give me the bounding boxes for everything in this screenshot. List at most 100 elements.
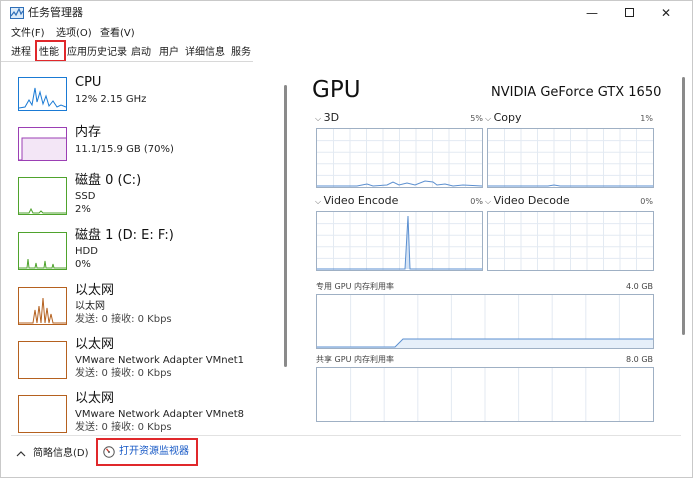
- fewer-details-button[interactable]: 简略信息(D): [33, 447, 89, 461]
- menu-options[interactable]: 选项(O): [56, 27, 92, 41]
- tab-bar: 进程 性能 应用历史记录 启动 用户 详细信息 服务: [1, 44, 692, 61]
- engine-name: 3D: [323, 111, 340, 124]
- engine-video-encode-percent: 0%: [470, 197, 483, 206]
- resource-usage: 2%: [75, 204, 91, 215]
- engine-name: Video Encode: [323, 194, 399, 207]
- minimize-button[interactable]: —: [575, 1, 609, 25]
- engine-name: Video Decode: [493, 194, 570, 207]
- engine-copy-graph: [487, 128, 654, 188]
- network-throughput: 发送: 0 接收: 0 Kbps: [75, 422, 172, 433]
- engine-video-decode-label[interactable]: ⌵ Video Decode: [485, 194, 570, 208]
- engine-3d-label[interactable]: ⌵ 3D: [315, 111, 339, 125]
- minimize-icon: —: [586, 6, 598, 20]
- shared-memory-max: 8.0 GB: [626, 355, 653, 364]
- resource-ethernet-3[interactable]: 以太网 VMware Network Adapter VMnet8 发送: 0 …: [11, 391, 281, 439]
- engine-video-decode-graph: [487, 211, 654, 271]
- menu-view[interactable]: 查看(V): [100, 27, 135, 41]
- ethernet1-mini-graph: [19, 297, 66, 324]
- dedicated-memory-label: 专用 GPU 内存利用率: [316, 282, 394, 291]
- resource-cpu[interactable]: CPU 12% 2.15 GHz: [11, 75, 281, 127]
- resource-detail: 12% 2.15 GHz: [75, 94, 147, 105]
- engine-video-encode-graph-canvas: [317, 212, 482, 270]
- gpu-model: NVIDIA GeForce GTX 1650: [491, 85, 662, 100]
- maximize-button[interactable]: [612, 1, 646, 25]
- resource-detail: 11.1/15.9 GB (70%): [75, 144, 174, 155]
- chevron-down-icon: ⌵: [315, 114, 324, 123]
- chevron-up-icon[interactable]: [15, 449, 27, 459]
- resource-ethernet-2[interactable]: 以太网 VMware Network Adapter VMnet1 发送: 0 …: [11, 337, 281, 389]
- dedicated-memory-max: 4.0 GB: [626, 282, 653, 291]
- engine-video-encode-label[interactable]: ⌵ Video Encode: [315, 194, 398, 208]
- open-resource-monitor-link[interactable]: 打开资源监视器: [119, 445, 189, 459]
- adapter-name: 以太网: [75, 301, 105, 312]
- title-bar: 任务管理器 — ✕: [1, 1, 692, 25]
- task-manager-window: 任务管理器 — ✕ 文件(F) 选项(O) 查看(V) 进程 性能 应用历史记录…: [0, 0, 693, 478]
- memory-thumbnail: [18, 127, 67, 161]
- chevron-down-icon: ⌵: [485, 114, 494, 123]
- window-title: 任务管理器: [28, 6, 83, 19]
- disk0-thumbnail: [18, 177, 67, 215]
- disk0-mini-graph: [19, 207, 66, 214]
- tab-details[interactable]: 详细信息: [185, 45, 225, 60]
- tab-divider: [1, 61, 253, 62]
- shared-memory-graph: [316, 367, 654, 422]
- engine-name: Copy: [493, 111, 522, 124]
- task-manager-icon: [10, 7, 24, 19]
- cpu-mini-graph: [18, 87, 67, 109]
- resource-monitor-icon: [103, 446, 115, 458]
- adapter-name: VMware Network Adapter VMnet1: [75, 355, 245, 366]
- close-icon: ✕: [660, 6, 672, 20]
- resource-disk-1[interactable]: 磁盘 1 (D: E: F:) HDD 0%: [11, 228, 281, 280]
- tab-users[interactable]: 用户: [159, 45, 179, 60]
- memory-mini-graph: [19, 137, 66, 161]
- engine-3d-percent: 5%: [470, 114, 483, 123]
- tab-startup[interactable]: 启动: [131, 45, 151, 60]
- tab-app-history[interactable]: 应用历史记录: [67, 45, 127, 60]
- resource-usage: 0%: [75, 259, 91, 270]
- footer-bar: 简略信息(D) 打开资源监视器: [1, 438, 692, 469]
- shared-memory-graph-canvas: [350, 368, 620, 421]
- engine-video-encode-graph: [316, 211, 483, 271]
- chevron-down-icon: ⌵: [315, 197, 324, 206]
- engine-3d-graph-canvas: [317, 129, 482, 187]
- adapter-name: VMware Network Adapter VMnet8: [75, 409, 245, 420]
- gpu-title: GPU: [312, 77, 361, 103]
- resource-name: 以太网: [75, 283, 115, 298]
- open-resource-monitor-button[interactable]: 打开资源监视器: [96, 438, 198, 466]
- network-throughput: 发送: 0 接收: 0 Kbps: [75, 314, 172, 325]
- engine-copy-label[interactable]: ⌵ Copy: [485, 111, 522, 125]
- resource-type: HDD: [75, 246, 98, 257]
- engine-copy-percent: 1%: [640, 114, 653, 123]
- engine-3d-graph: [316, 128, 483, 188]
- chevron-down-icon: ⌵: [485, 197, 494, 206]
- ethernet2-thumbnail: [18, 341, 67, 379]
- engine-video-decode-graph-canvas: [488, 212, 653, 270]
- tab-services[interactable]: 服务: [231, 45, 251, 60]
- menu-file[interactable]: 文件(F): [11, 27, 45, 41]
- active-tab-highlight: [35, 40, 66, 62]
- resource-memory[interactable]: 内存 11.1/15.9 GB (70%): [11, 125, 281, 177]
- engine-copy-graph-canvas: [488, 129, 653, 187]
- gpu-panel-scrollbar[interactable]: [682, 77, 685, 335]
- resource-name: 内存: [75, 125, 102, 140]
- ethernet1-thumbnail: [18, 287, 67, 325]
- resource-name: 磁盘 1 (D: E: F:): [75, 228, 174, 243]
- shared-memory-label: 共享 GPU 内存利用率: [316, 355, 394, 364]
- resource-type: SSD: [75, 191, 96, 202]
- resource-name: 磁盘 0 (C:): [75, 173, 142, 188]
- resource-disk-0[interactable]: 磁盘 0 (C:) SSD 2%: [11, 173, 281, 225]
- ethernet3-thumbnail: [18, 395, 67, 433]
- engine-video-decode-percent: 0%: [640, 197, 653, 206]
- network-throughput: 发送: 0 接收: 0 Kbps: [75, 368, 172, 379]
- resource-name: 以太网: [75, 337, 115, 352]
- resource-ethernet-1[interactable]: 以太网 以太网 发送: 0 接收: 0 Kbps: [11, 283, 281, 335]
- disk1-thumbnail: [18, 232, 67, 270]
- resource-name: CPU: [75, 75, 102, 90]
- resource-list-scrollbar[interactable]: [284, 85, 287, 367]
- cpu-thumbnail: [18, 77, 67, 111]
- maximize-icon: [624, 8, 634, 17]
- tab-processes[interactable]: 进程: [11, 45, 31, 60]
- close-button[interactable]: ✕: [649, 1, 683, 25]
- dedicated-memory-graph-canvas: [317, 295, 653, 348]
- resource-name: 以太网: [75, 391, 115, 406]
